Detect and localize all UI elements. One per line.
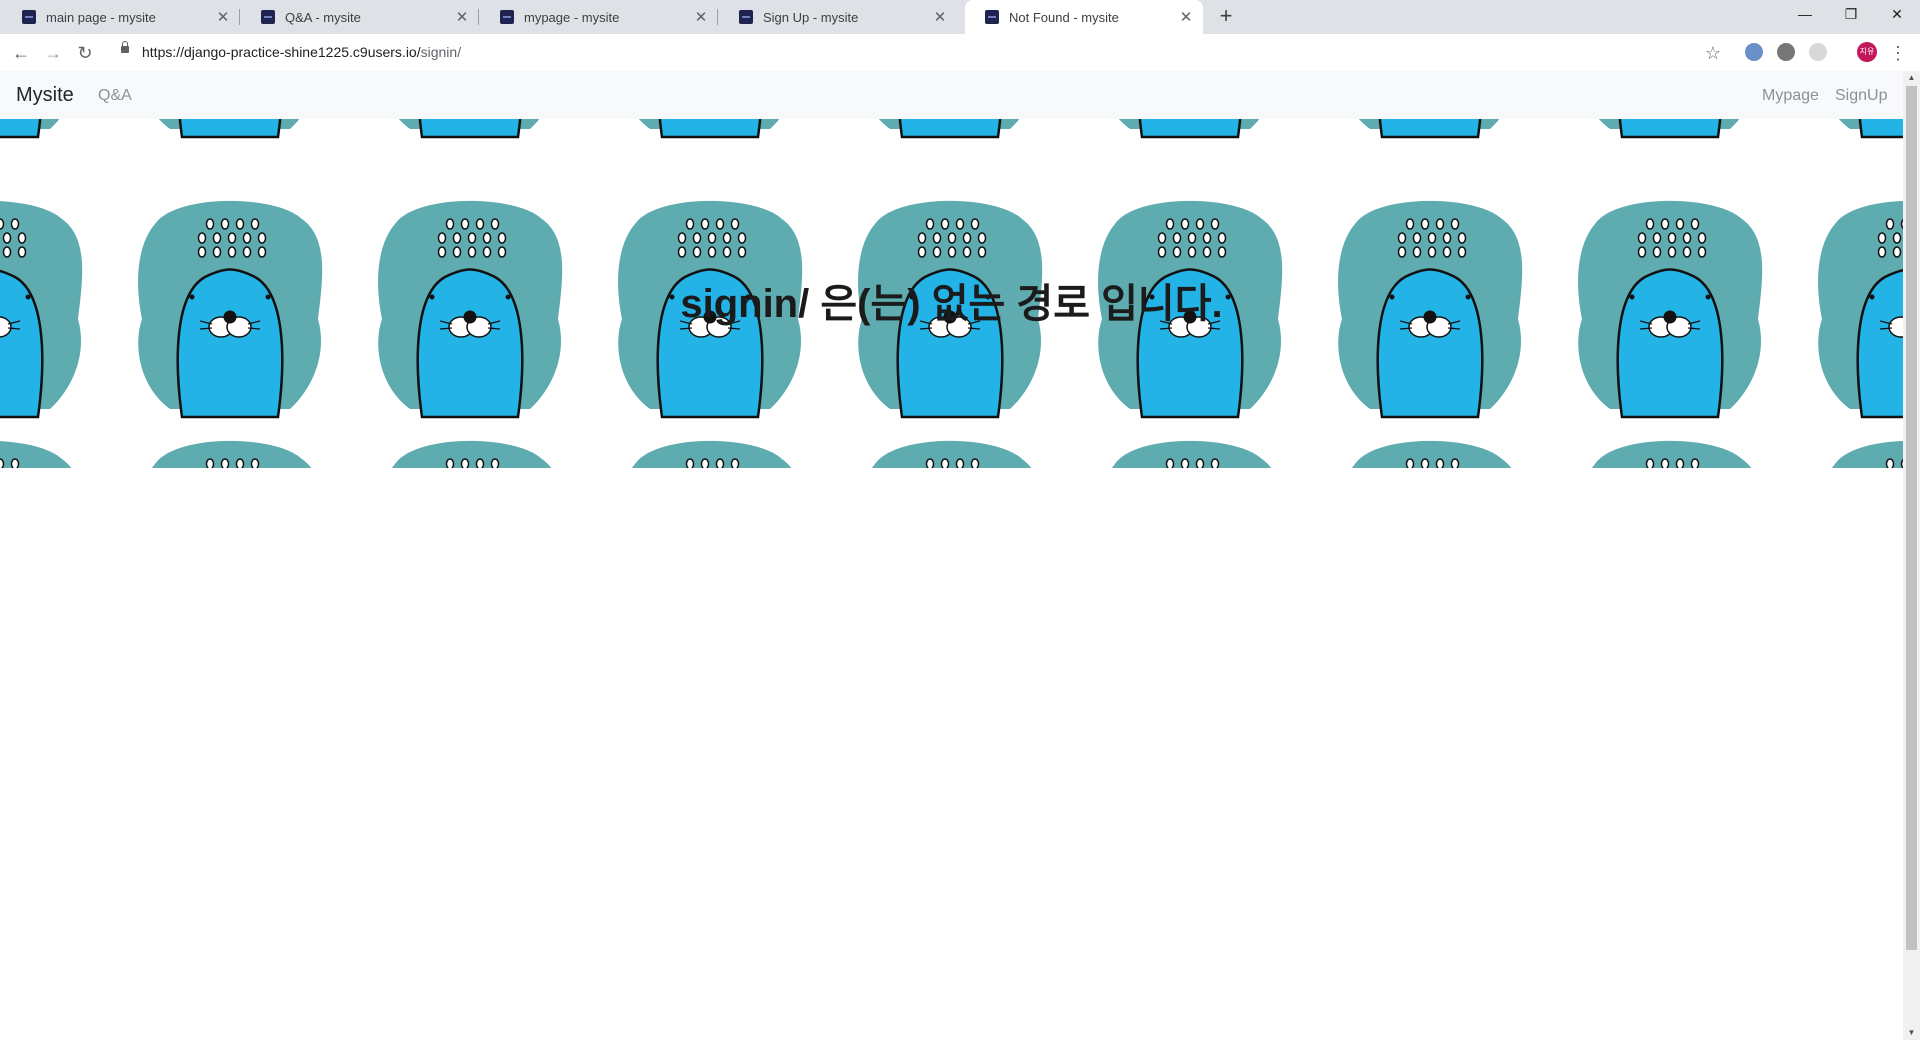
url-path: signin/ — [420, 44, 462, 60]
seal-character-icon — [1832, 441, 1903, 468]
tab-close-icon[interactable]: ✕ — [451, 8, 473, 26]
extension-disabled-icon[interactable] — [1809, 43, 1827, 61]
seal-character-icon — [1592, 440, 1751, 468]
tab-title: main page - mysite — [46, 9, 156, 25]
site-navbar: Mysite Q&A Mypage SignUp — [0, 71, 1903, 119]
tab-mypage[interactable]: mypage - mysite ✕ — [480, 0, 718, 34]
window-close-button[interactable]: ✕ — [1874, 0, 1920, 30]
tab-close-icon[interactable]: ✕ — [690, 8, 712, 26]
new-tab-button[interactable]: + — [1214, 4, 1238, 28]
tab-divider — [478, 9, 479, 25]
browser-tab-strip: main page - mysite ✕ Q&A - mysite ✕ mypa… — [0, 0, 1920, 34]
url-base: https://django-practice-shine1225.c9user… — [142, 44, 421, 60]
reload-icon[interactable]: ↻ — [72, 40, 98, 66]
lock-icon[interactable] — [121, 41, 129, 53]
profile-avatar[interactable]: 지유 — [1857, 42, 1877, 62]
not-found-heading: signin/ 은(는) 없는 경로 입니다. — [680, 282, 1223, 326]
seal-character-icon — [0, 441, 71, 468]
extension-icon[interactable] — [1745, 43, 1763, 61]
seal-character-icon — [0, 119, 60, 139]
tab-close-icon[interactable]: ✕ — [929, 8, 951, 26]
site-favicon-icon — [985, 10, 999, 24]
nav-link-qna[interactable]: Q&A — [98, 87, 132, 105]
seal-character-icon — [1119, 119, 1260, 139]
tab-not-found[interactable]: Not Found - mysite ✕ — [965, 0, 1203, 34]
nav-link-mypage[interactable]: Mypage — [1762, 87, 1819, 105]
scrollbar-thumb[interactable] — [1906, 86, 1917, 950]
tab-main-page[interactable]: main page - mysite ✕ — [2, 0, 240, 34]
tab-close-icon[interactable]: ✕ — [1175, 8, 1197, 26]
tab-qna[interactable]: Q&A - mysite ✕ — [241, 0, 479, 34]
scroll-down-arrow-icon[interactable]: ▼ — [1903, 1026, 1920, 1040]
scroll-up-arrow-icon[interactable]: ▲ — [1903, 71, 1920, 85]
seal-character-icon — [1359, 119, 1500, 139]
bookmark-star-icon[interactable]: ☆ — [1700, 40, 1726, 66]
seal-character-icon — [1112, 440, 1271, 468]
site-favicon-icon — [739, 10, 753, 24]
page-scrollbar[interactable]: ▲ ▼ — [1903, 71, 1920, 1040]
site-favicon-icon — [261, 10, 275, 24]
seal-character-icon — [879, 119, 1020, 139]
seal-character-icon — [152, 440, 311, 468]
seal-character-icon — [159, 119, 300, 139]
forward-arrow-icon[interactable]: → — [40, 40, 66, 66]
seal-character-icon — [1839, 119, 1903, 139]
seal-character-icon — [872, 440, 1031, 468]
tab-title: Not Found - mysite — [1009, 9, 1119, 25]
site-favicon-icon — [500, 10, 514, 24]
seal-character-icon — [1352, 440, 1511, 468]
browser-toolbar: ← → ↻ https://django-practice-shine1225.… — [0, 34, 1920, 72]
tab-divider — [717, 9, 718, 25]
back-arrow-icon[interactable]: ← — [8, 40, 34, 66]
seal-character-icon — [1599, 119, 1740, 139]
tab-sign-up[interactable]: Sign Up - mysite ✕ — [719, 0, 957, 34]
hero-banner: signin/ 은(는) 없는 경로 입니다. — [0, 119, 1903, 468]
seal-character-icon — [639, 119, 780, 139]
tab-divider — [239, 9, 240, 25]
nav-link-signup[interactable]: SignUp — [1835, 87, 1887, 105]
tab-title: Q&A - mysite — [285, 9, 361, 25]
seal-character-icon — [392, 440, 551, 468]
seal-character-icon — [399, 119, 540, 139]
site-favicon-icon — [22, 10, 36, 24]
extension-globe-icon[interactable] — [1777, 43, 1795, 61]
seal-character-icon — [632, 440, 791, 468]
brand-logo[interactable]: Mysite — [16, 84, 74, 107]
address-bar[interactable]: https://django-practice-shine1225.c9user… — [142, 44, 461, 60]
minimize-button[interactable]: — — [1782, 0, 1828, 30]
browser-menu-icon[interactable]: ⋮ — [1885, 40, 1911, 66]
maximize-button[interactable]: ❐ — [1828, 0, 1874, 30]
tab-title: mypage - mysite — [524, 9, 620, 25]
tab-close-icon[interactable]: ✕ — [212, 8, 234, 26]
tab-title: Sign Up - mysite — [763, 9, 859, 25]
